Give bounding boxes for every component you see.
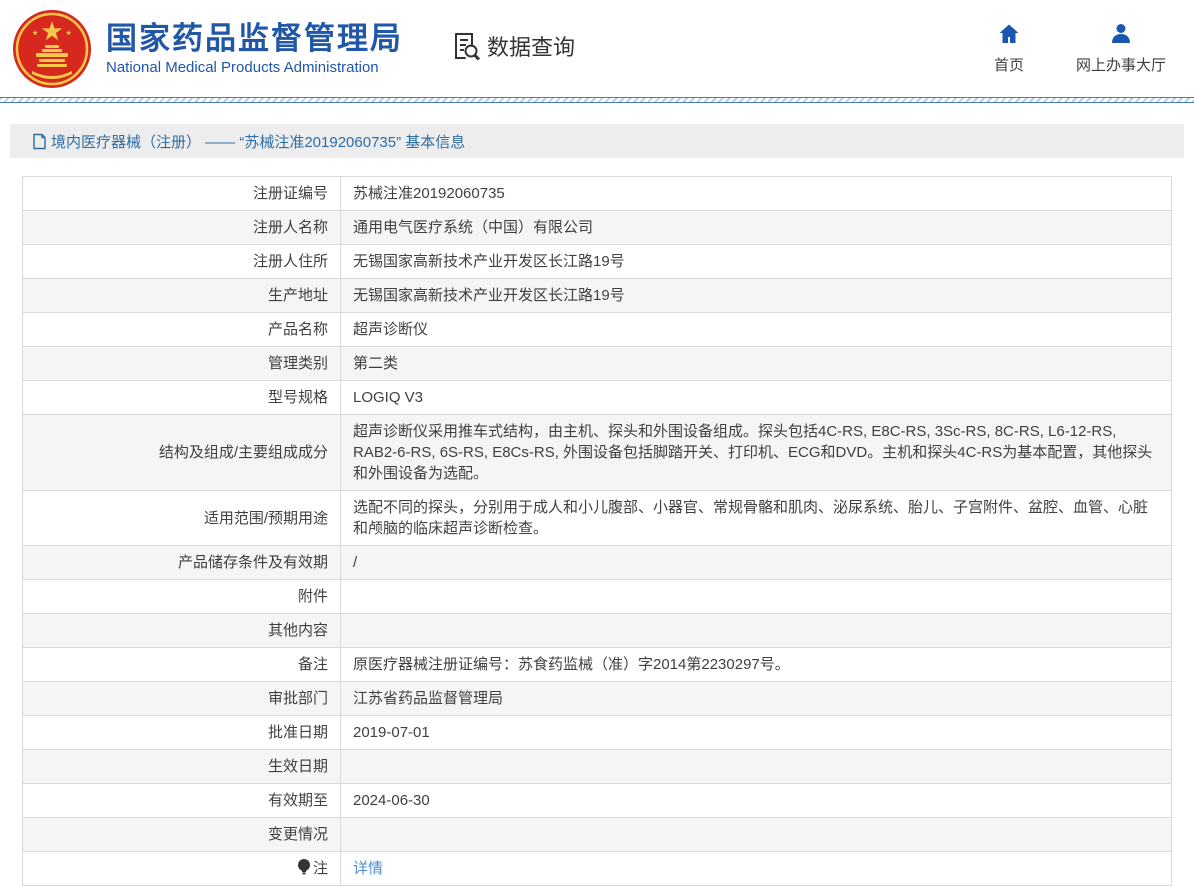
field-value [340,749,1172,784]
field-label: 备注 [22,647,341,682]
nav-item-home[interactable]: 首页 [994,22,1024,75]
field-label: 产品名称 [22,312,341,347]
data-query-entry[interactable]: 数据查询 [451,30,575,62]
table-row: 产品名称 超声诊断仪 [22,312,1172,347]
field-label: 注册证编号 [22,176,341,211]
table-row: 备注 原医疗器械注册证编号：苏食药监械（准）字2014第2230297号。 [22,647,1172,682]
field-value: 原医疗器械注册证编号：苏食药监械（准）字2014第2230297号。 [340,647,1172,682]
table-row: 审批部门 江苏省药品监督管理局 [22,681,1172,716]
details-link[interactable]: 详情 [353,860,383,877]
table-row: 注详情 [22,851,1172,886]
field-value: 超声诊断仪 [340,312,1172,347]
field-label: 附件 [22,579,341,614]
table-row: 其他内容 [22,613,1172,648]
registration-info-table: 注册证编号 苏械注准20192060735 注册人名称 通用电气医疗系统（中国）有限公… [22,176,1172,886]
document-icon [32,133,47,150]
field-label: 批准日期 [22,715,341,750]
table-row: 管理类别 第二类 [22,346,1172,381]
brand-text: 国家药品监督管理局 National Medical Products Admi… [106,21,403,77]
field-label: 生产地址 [22,278,341,313]
table-row: 附件 [22,579,1172,614]
table-row: 适用范围/预期用途 选配不同的探头，分别用于成人和小儿腹部、小器官、常规骨骼和肌肉… [22,490,1172,546]
field-label: 注册人住所 [22,244,341,279]
table-row: 批准日期 2019-07-01 [22,715,1172,750]
field-value: 第二类 [340,346,1172,381]
field-value: 2024-06-30 [340,783,1172,818]
field-label: 型号规格 [22,380,341,415]
nav-label: 首页 [993,57,1024,74]
page-header: 国家药品监督管理局 National Medical Products Admi… [0,0,1194,97]
field-value: / [340,545,1172,580]
field-label: 其他内容 [22,613,341,648]
registration-info-table-wrap: 注册证编号 苏械注准20192060735 注册人名称 通用电气医疗系统（中国）有限公… [22,176,1172,886]
field-label: 产品储存条件及有效期 [22,545,341,580]
breadcrumb-text: 境内医疗器械（注册） —— “苏械注准20192060735” 基本信息 [51,133,466,151]
field-label: 注 [22,851,341,886]
field-value: 超声诊断仪采用推车式结构，由主机、探头和外围设备组成。探头包括4C-RS, E8… [340,414,1172,491]
org-name-cn: 国家药品监督管理局 [106,20,403,56]
field-value: 无锡国家高新技术产业开发区长江路19号 [340,244,1172,279]
org-name-en: National Medical Products Administration [106,59,379,77]
field-value: 2019-07-01 [340,715,1172,750]
section-title: 数据查询 [487,34,576,60]
field-label: 有效期至 [22,783,341,818]
nmpa-brand: 国家药品监督管理局 National Medical Products Admi… [12,9,403,89]
field-value: 选配不同的探头，分别用于成人和小儿腹部、小器官、常规骨骼和肌肉、泌尿系统、胎儿、… [340,490,1172,546]
home-icon [997,22,1021,46]
nav-label: 网上办事大厅 [1075,57,1166,74]
field-value: LOGIQ V3 [340,380,1172,415]
field-value: 无锡国家高新技术产业开发区长江路19号 [340,278,1172,313]
person-icon [1109,22,1133,46]
nav-item-service-hall[interactable]: 网上办事大厅 [1076,22,1166,75]
table-row: 型号规格 LOGIQ V3 [22,380,1172,415]
national-emblem-logo [12,9,92,89]
table-row: 注册证编号 苏械注准20192060735 [22,176,1172,211]
document-search-icon [451,31,481,61]
field-value [340,817,1172,852]
table-row: 变更情况 [22,817,1172,852]
table-row: 注册人名称 通用电气医疗系统（中国）有限公司 [22,210,1172,245]
table-row: 有效期至 2024-06-30 [22,783,1172,818]
table-row: 生效日期 [22,749,1172,784]
table-row: 产品储存条件及有效期 / [22,545,1172,580]
field-value: 江苏省药品监督管理局 [340,681,1172,716]
bulb-icon [297,858,311,875]
table-row: 结构及组成/主要组成成分 超声诊断仪采用推车式结构，由主机、探头和外围设备组成。探… [22,414,1172,491]
field-value: 详情 [340,851,1172,886]
field-value [340,579,1172,614]
field-label: 生效日期 [22,749,341,784]
field-label: 审批部门 [22,681,341,716]
header-nav: 首页 网上办事大厅 [994,22,1166,75]
field-value [340,613,1172,648]
table-row: 生产地址 无锡国家高新技术产业开发区长江路19号 [22,278,1172,313]
breadcrumb: 境内医疗器械（注册） —— “苏械注准20192060735” 基本信息 [10,124,1184,158]
info-table-body: 注册证编号 苏械注准20192060735 注册人名称 通用电气医疗系统（中国）有限公… [22,176,1172,886]
field-label: 适用范围/预期用途 [22,490,341,546]
field-value: 通用电气医疗系统（中国）有限公司 [340,210,1172,245]
table-row: 注册人住所 无锡国家高新技术产业开发区长江路19号 [22,244,1172,279]
field-label: 注册人名称 [22,210,341,245]
field-label: 管理类别 [22,346,341,381]
field-label: 变更情况 [22,817,341,852]
header-divider [0,97,1194,103]
field-value: 苏械注准20192060735 [340,176,1172,211]
field-label: 结构及组成/主要组成成分 [22,414,341,491]
